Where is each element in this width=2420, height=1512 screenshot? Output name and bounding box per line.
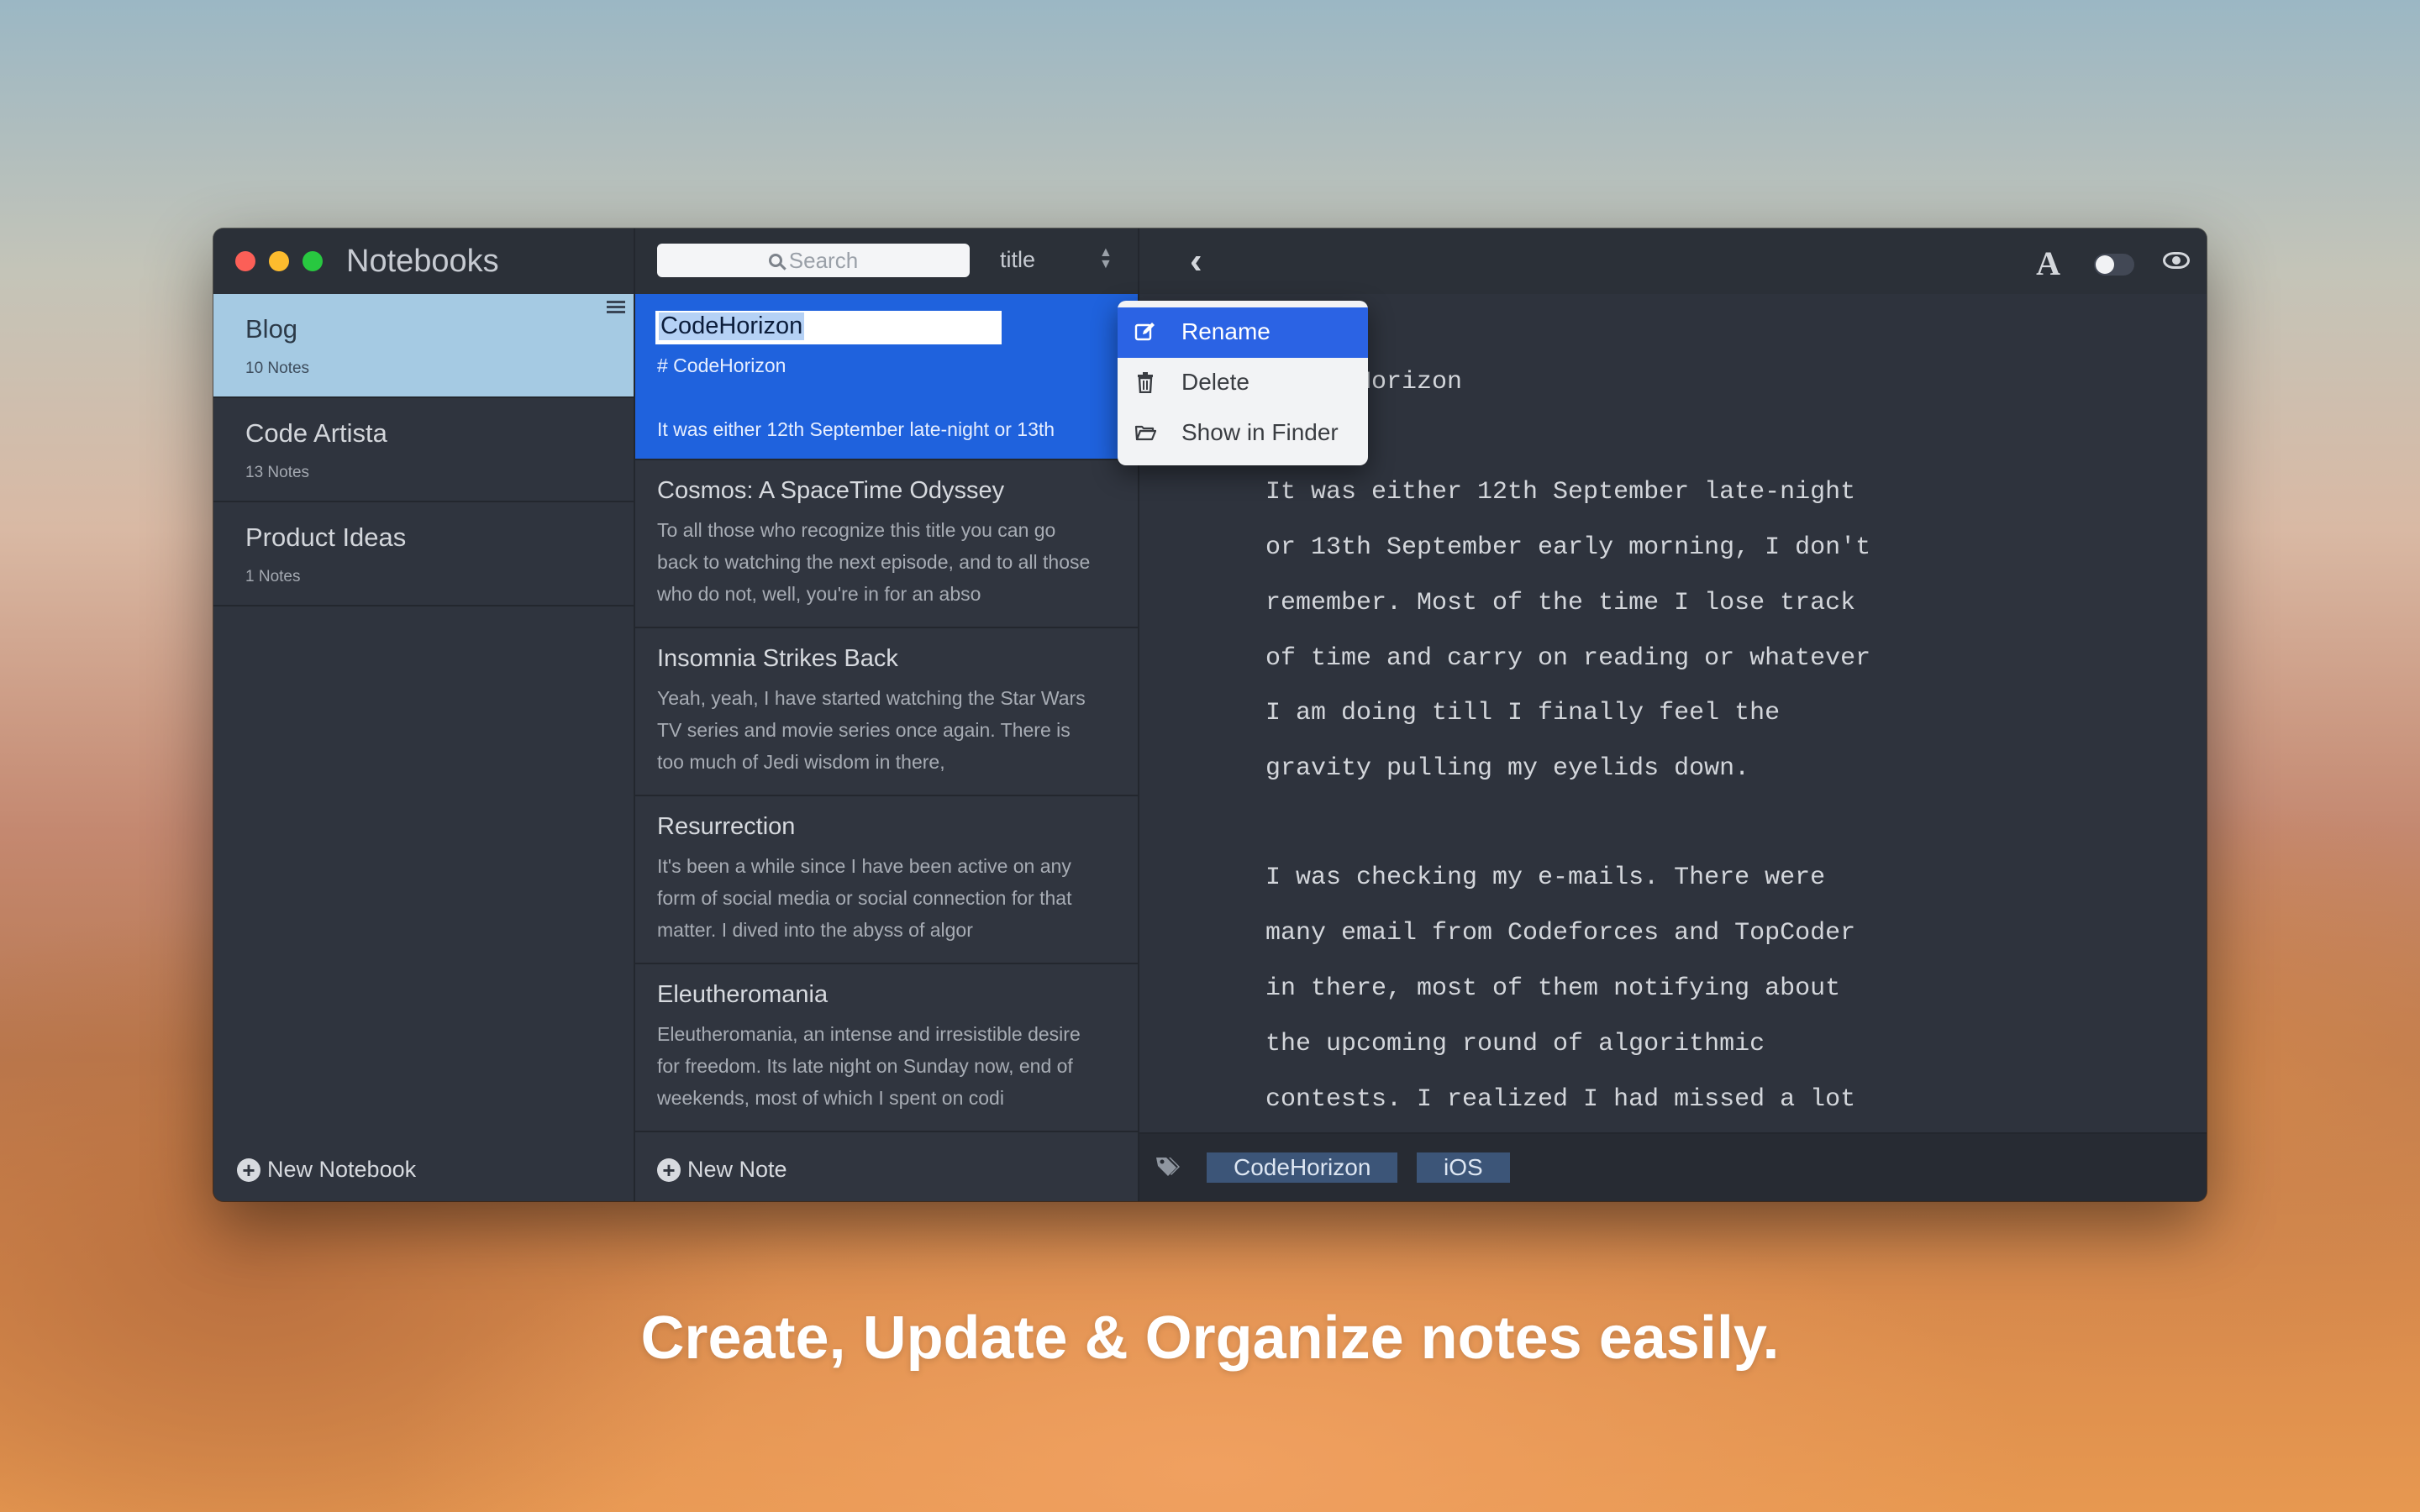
note-preview-line: It was either 12th September late-night … [657, 418, 1055, 440]
editor-line: remember. Most of the time I lose track [1265, 589, 1856, 617]
trash-icon [1138, 372, 1153, 393]
note-item-resurrection[interactable]: Resurrection It's been a while since I h… [635, 796, 1138, 964]
context-menu: Rename Delete Show in Finder [1118, 301, 1368, 465]
notebooks-pane: Notebooks Blog 10 Notes Code Artista 13 … [213, 228, 635, 1201]
sort-chevrons-icon[interactable]: ▲ ▼ [1099, 246, 1113, 271]
tag-icon[interactable] [1155, 1154, 1181, 1178]
notebook-item-product-ideas[interactable]: Product Ideas 1 Notes [213, 502, 634, 606]
tag-bar: CodeHorizon iOS [1139, 1132, 2207, 1201]
search-placeholder: Search [788, 247, 859, 273]
note-preview: It's been a while since I have been acti… [657, 855, 1072, 941]
notebook-count: 10 Notes [245, 360, 310, 377]
menu-item-label: Show in Finder [1181, 419, 1339, 445]
menu-item-show-in-finder[interactable]: Show in Finder [1118, 408, 1368, 459]
editor-line: contests. I realized I had missed a lot [1265, 1085, 1856, 1114]
menu-item-label: Delete [1181, 369, 1249, 395]
note-preview-line: # CodeHorizon [657, 354, 786, 376]
note-item-cosmos[interactable]: Cosmos: A SpaceTime Odyssey To all those… [635, 460, 1138, 628]
notebook-item-blog[interactable]: Blog 10 Notes [213, 294, 634, 398]
notebook-count: 1 Notes [245, 568, 301, 585]
tag-chip[interactable]: iOS [1417, 1152, 1510, 1183]
note-preview: Eleutheromania, an intense and irresisti… [657, 1023, 1081, 1109]
folder-icon [1134, 425, 1156, 441]
editor-line: It was either 12th September late-night [1265, 478, 1856, 507]
note-title: Eleutheromania [657, 981, 829, 1008]
editor-toolbar: ‹ A [1139, 228, 2207, 294]
sort-selector[interactable]: title [1000, 247, 1035, 273]
rename-field-value[interactable]: CodeHorizon [659, 312, 805, 340]
editor-line: I was checking my e-mails. There were [1265, 864, 1826, 892]
new-note-label: New Note [687, 1157, 787, 1182]
note-preview: Yeah, yeah, I have started watching the … [657, 687, 1086, 773]
notebook-options-icon[interactable] [607, 301, 625, 316]
font-icon[interactable]: A [2036, 244, 2060, 283]
menu-item-label: Rename [1181, 318, 1270, 344]
plus-icon: + [657, 1158, 681, 1182]
notebook-name: Code Artista [245, 418, 387, 448]
notebook-name: Product Ideas [245, 522, 407, 552]
editor-line: I am doing till I finally feel the [1265, 699, 1781, 727]
note-item-eleutheromania[interactable]: Eleutheromania Eleutheromania, an intens… [635, 964, 1138, 1132]
notes-toolbar: Search title ▲ ▼ [635, 228, 1138, 294]
note-title: Cosmos: A SpaceTime Odyssey [657, 477, 1005, 504]
preview-eye-icon[interactable] [2163, 252, 2190, 269]
editor-line: of time and carry on reading or whatever [1265, 644, 1871, 673]
marketing-caption: Create, Update & Organize notes easily. [640, 1305, 1780, 1372]
note-item-codehorizon[interactable]: CodeHorizon # CodeHorizon It was either … [635, 294, 1138, 460]
edit-icon [1134, 323, 1155, 341]
title-bar: Notebooks [213, 228, 634, 294]
editor-line: or 13th September early morning, I don't [1265, 533, 1871, 562]
rename-field[interactable]: CodeHorizon [655, 311, 1002, 344]
note-preview: To all those who recognize this title yo… [657, 519, 1091, 605]
pane-title: Notebooks [346, 244, 499, 279]
theme-toggle[interactable] [2094, 254, 2134, 276]
menu-item-rename[interactable]: Rename [1118, 307, 1368, 358]
note-item-insomnia[interactable]: Insomnia Strikes Back Yeah, yeah, I have… [635, 628, 1138, 796]
zoom-window-button[interactable] [302, 251, 323, 271]
notebook-count: 13 Notes [245, 464, 310, 481]
tag-chip[interactable]: CodeHorizon [1207, 1152, 1398, 1183]
search-input[interactable]: Search [657, 244, 970, 277]
notes-pane: Search title ▲ ▼ CodeHorizon # CodeHorizo… [635, 228, 1139, 1201]
notebook-item-code-artista[interactable]: Code Artista 13 Notes [213, 398, 634, 502]
notebook-name: Blog [245, 314, 298, 344]
note-title: Insomnia Strikes Back [657, 645, 898, 672]
toggle-knob [2096, 255, 2114, 274]
note-title: Resurrection [657, 813, 796, 840]
editor-line: in there, most of them notifying about [1265, 974, 1841, 1003]
editor-line: many email from Codeforces and TopCoder [1265, 919, 1856, 948]
new-notebook-label: New Notebook [267, 1157, 417, 1182]
plus-icon: + [237, 1158, 260, 1182]
close-window-button[interactable] [235, 251, 255, 271]
menu-item-delete[interactable]: Delete [1118, 358, 1368, 408]
note-list: CodeHorizon # CodeHorizon It was either … [635, 294, 1138, 1132]
new-notebook-button[interactable]: + New Notebook [237, 1157, 416, 1183]
search-icon [768, 254, 782, 267]
minimize-window-button[interactable] [269, 251, 289, 271]
notebook-list: Blog 10 Notes Code Artista 13 Notes Prod… [213, 294, 634, 606]
new-note-button[interactable]: + New Note [657, 1157, 787, 1183]
editor-line: the upcoming round of algorithmic [1265, 1030, 1765, 1058]
editor-line: gravity pulling my eyelids down. [1265, 754, 1750, 783]
back-chevron-icon[interactable]: ‹ [1190, 240, 1202, 282]
